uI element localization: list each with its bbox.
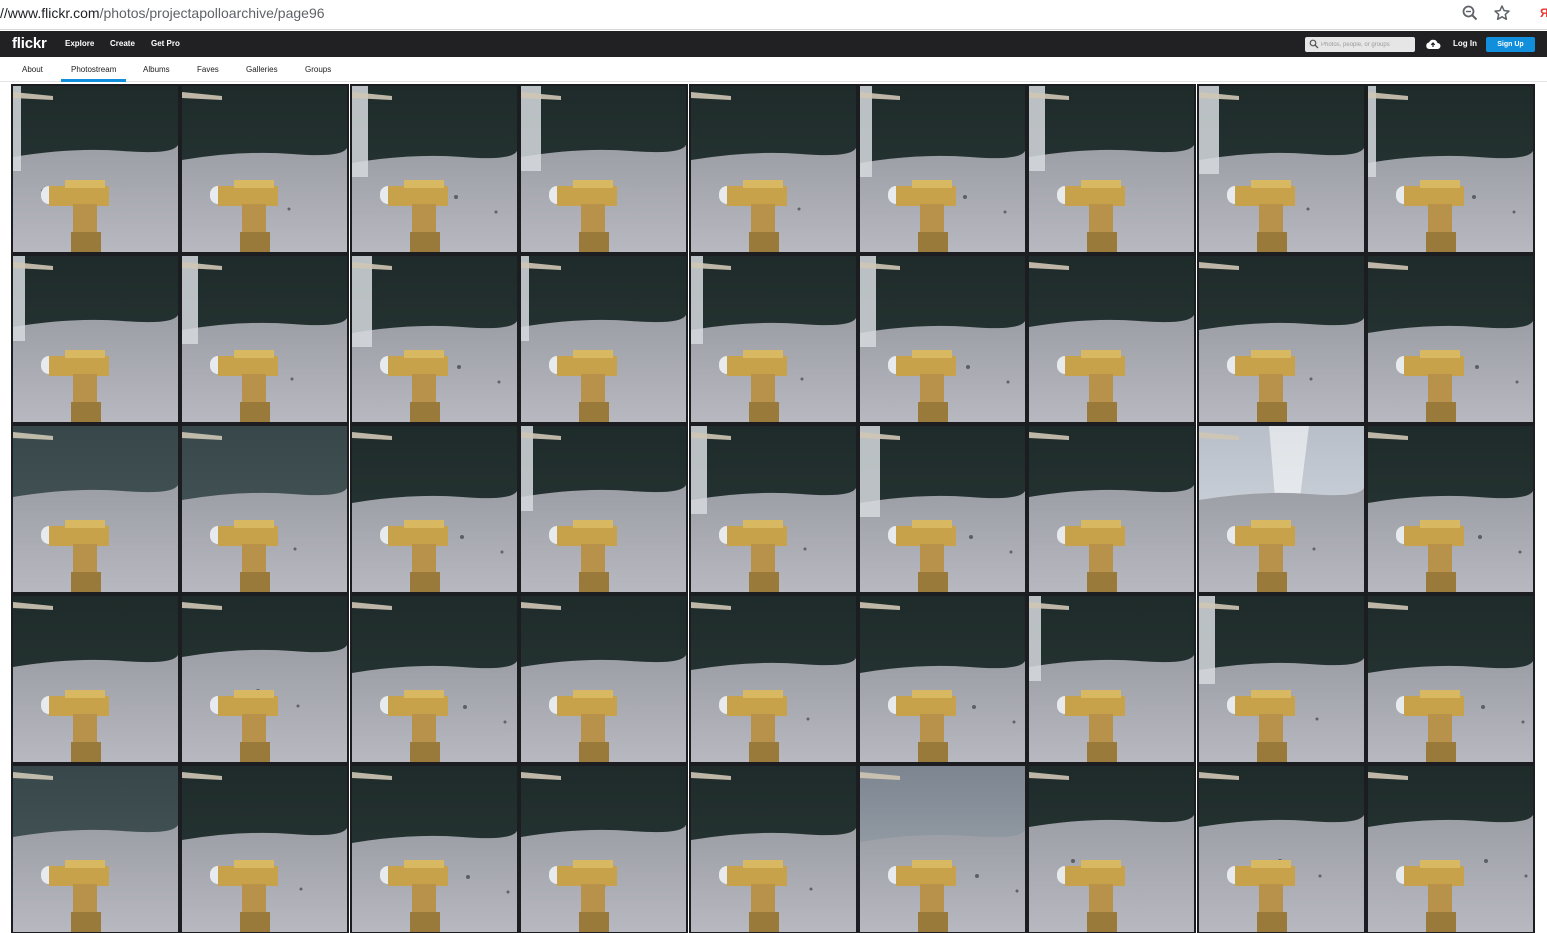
photo-thumbnail[interactable] (689, 764, 858, 933)
photo-thumbnail[interactable] (11, 254, 180, 424)
search-icon (1309, 39, 1319, 49)
photo-grid (11, 84, 1536, 933)
photo-thumbnail[interactable] (1027, 254, 1196, 424)
flickr-top-nav: flickr Explore Create Get Pro Log In Sig… (0, 31, 1547, 57)
photo-thumbnail[interactable] (180, 254, 349, 424)
photo-thumbnail[interactable] (180, 84, 349, 254)
photo-thumbnail[interactable] (350, 84, 519, 254)
photo-thumbnail[interactable] (1027, 84, 1196, 254)
photo-thumbnail[interactable] (519, 254, 688, 424)
photo-thumbnail[interactable] (519, 764, 688, 933)
photo-thumbnail[interactable] (180, 764, 349, 933)
tab-photostream[interactable]: Photostream (71, 65, 116, 74)
url-host: //www.flickr.com (0, 5, 100, 21)
photo-thumbnail[interactable] (350, 594, 519, 764)
browser-address-bar[interactable]: //www.flickr.com/photos/projectapolloarc… (0, 0, 1547, 30)
photo-thumbnail[interactable] (11, 84, 180, 254)
photo-thumbnail[interactable] (1027, 594, 1196, 764)
photo-thumbnail[interactable] (1366, 84, 1535, 254)
flickr-logo[interactable]: flickr (12, 35, 47, 52)
photo-thumbnail[interactable] (1027, 424, 1196, 594)
zoom-icon[interactable] (1460, 4, 1480, 24)
nav-explore[interactable]: Explore (65, 39, 94, 48)
photo-thumbnail[interactable] (1197, 84, 1366, 254)
active-tab-indicator (61, 79, 126, 82)
photo-thumbnail[interactable] (350, 764, 519, 933)
photo-thumbnail[interactable] (180, 594, 349, 764)
photo-thumbnail[interactable] (11, 764, 180, 933)
photo-thumbnail[interactable] (858, 84, 1027, 254)
photo-thumbnail[interactable] (689, 424, 858, 594)
extension-icon[interactable]: Я (1540, 6, 1547, 20)
photo-thumbnail[interactable] (1197, 764, 1366, 933)
photo-thumbnail[interactable] (858, 764, 1027, 933)
photo-thumbnail[interactable] (1027, 764, 1196, 933)
photo-thumbnail[interactable] (689, 84, 858, 254)
tab-groups[interactable]: Groups (305, 65, 331, 74)
star-icon[interactable] (1492, 4, 1512, 24)
photo-thumbnail[interactable] (1366, 764, 1535, 933)
tab-faves[interactable]: Faves (197, 65, 219, 74)
signup-button[interactable]: Sign Up (1486, 37, 1535, 52)
photo-thumbnail[interactable] (689, 254, 858, 424)
search-box[interactable] (1305, 37, 1415, 52)
url-path: /photos/projectapolloarchive/page96 (99, 5, 325, 21)
photo-thumbnail[interactable] (689, 594, 858, 764)
photo-thumbnail[interactable] (519, 84, 688, 254)
photo-thumbnail[interactable] (519, 594, 688, 764)
photo-thumbnail[interactable] (1366, 254, 1535, 424)
url-text[interactable]: //www.flickr.com/photos/projectapolloarc… (0, 5, 325, 21)
nav-get-pro[interactable]: Get Pro (151, 39, 180, 48)
photo-thumbnail[interactable] (1197, 424, 1366, 594)
photo-thumbnail[interactable] (1366, 424, 1535, 594)
nav-create[interactable]: Create (110, 39, 135, 48)
photostream-subnav: About Photostream Albums Faves Galleries… (0, 57, 1547, 82)
photo-thumbnail[interactable] (11, 594, 180, 764)
upload-cloud-icon[interactable] (1425, 38, 1441, 50)
photo-thumbnail[interactable] (519, 424, 688, 594)
tab-about[interactable]: About (22, 65, 43, 74)
photo-thumbnail[interactable] (1197, 594, 1366, 764)
photo-thumbnail[interactable] (858, 424, 1027, 594)
photo-thumbnail[interactable] (11, 424, 180, 594)
photo-thumbnail[interactable] (350, 424, 519, 594)
login-link[interactable]: Log In (1453, 39, 1477, 48)
search-input[interactable] (1321, 38, 1413, 51)
tab-galleries[interactable]: Galleries (246, 65, 278, 74)
photo-thumbnail[interactable] (350, 254, 519, 424)
photo-thumbnail[interactable] (1366, 594, 1535, 764)
photo-thumbnail[interactable] (1197, 254, 1366, 424)
photo-thumbnail[interactable] (858, 254, 1027, 424)
photo-thumbnail[interactable] (858, 594, 1027, 764)
photo-thumbnail[interactable] (180, 424, 349, 594)
tab-albums[interactable]: Albums (143, 65, 170, 74)
